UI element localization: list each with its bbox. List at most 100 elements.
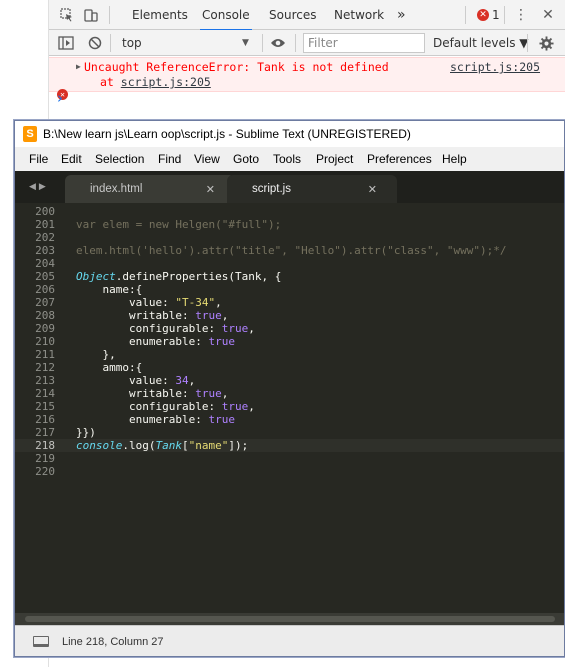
code-line[interactable]: 219	[15, 452, 564, 465]
line-number: 208	[35, 309, 55, 322]
code-text: var elem = new Helgen("#full");	[76, 218, 281, 231]
scrollbar-thumb[interactable]	[25, 616, 555, 622]
code-text: value: 34,	[76, 374, 195, 387]
close-icon[interactable]: ✕	[368, 183, 377, 196]
code-token: .defineProperties(Tank, {	[115, 270, 282, 283]
sidebar-toggle-icon[interactable]	[58, 30, 74, 56]
toolbar-divider	[262, 34, 263, 52]
inspect-element-icon[interactable]	[59, 0, 75, 30]
menu-help[interactable]: Help	[442, 147, 467, 171]
tab-elements[interactable]: Elements	[130, 0, 190, 30]
tab-sources[interactable]: Sources	[267, 0, 318, 30]
code-line[interactable]: 217}})	[15, 426, 564, 439]
code-line[interactable]: 207 value: "T-34",	[15, 296, 564, 309]
error-text: Uncaught ReferenceError: Tank is not def…	[84, 60, 389, 74]
code-line[interactable]: 204	[15, 257, 564, 270]
code-line[interactable]: 212 ammo:{	[15, 361, 564, 374]
stack-link[interactable]: script.js:205	[121, 75, 211, 89]
toolbar-divider	[527, 34, 528, 52]
gear-icon[interactable]	[539, 30, 554, 56]
tab-console[interactable]: Console	[200, 0, 252, 31]
device-toolbar-icon[interactable]	[83, 0, 99, 30]
more-tabs-button[interactable]: »	[397, 0, 406, 30]
tab-label: index.html	[90, 183, 143, 195]
code-line[interactable]: 205 Object.defineProperties(Tank, {	[15, 270, 564, 283]
error-counter[interactable]: ✕ 1	[477, 0, 500, 30]
toolbar-divider	[465, 6, 466, 24]
code-line[interactable]: 218 console.log(Tank["name"]);	[15, 439, 564, 452]
log-levels-dropdown[interactable]: Default levels ▼	[433, 30, 529, 56]
menu-preferences[interactable]: Preferences	[367, 147, 432, 171]
code-token: true	[195, 387, 222, 400]
code-line[interactable]: 208 writable: true,	[15, 309, 564, 322]
code-line[interactable]: 211 },	[15, 348, 564, 361]
code-text: elem.html('hello').attr("title", "Hello"…	[76, 244, 506, 257]
code-token: console	[76, 439, 123, 452]
menu-file[interactable]: File	[29, 147, 48, 171]
menu-project[interactable]: Project	[316, 147, 353, 171]
context-selector[interactable]: top	[122, 30, 252, 56]
menu-bar: File Edit Selection Find View Goto Tools…	[15, 147, 564, 171]
code-token: configurable:	[76, 322, 222, 335]
context-value: top	[122, 36, 142, 50]
code-text: name:{	[76, 283, 142, 296]
tab-script-js[interactable]: script.js ✕	[227, 175, 397, 203]
code-line[interactable]: 201 var elem = new Helgen("#full");	[15, 218, 564, 231]
eye-icon[interactable]	[270, 30, 286, 56]
code-line[interactable]: 202	[15, 231, 564, 244]
console-toggle-icon[interactable]	[33, 626, 49, 657]
code-token: name:{	[76, 283, 143, 296]
code-line[interactable]: 213 value: 34,	[15, 374, 564, 387]
menu-goto[interactable]: Goto	[233, 147, 259, 171]
filter-input[interactable]: Filter	[303, 33, 425, 53]
toolbar-divider	[109, 6, 110, 24]
line-number: 204	[35, 257, 55, 270]
code-token: ,	[248, 400, 255, 413]
code-line[interactable]: 200	[15, 205, 564, 218]
error-source-link[interactable]: script.js:205	[450, 60, 540, 74]
code-token: ,	[221, 309, 229, 322]
menu-view[interactable]: View	[194, 147, 220, 171]
code-line[interactable]: 215 configurable: true,	[15, 400, 564, 413]
code-line[interactable]: 214 writable: true,	[15, 387, 564, 400]
line-number: 218	[35, 439, 55, 452]
code-line[interactable]: 216 enumerable: true	[15, 413, 564, 426]
close-icon[interactable]: ✕	[206, 183, 215, 196]
code-token: true	[195, 309, 222, 322]
console-prompt[interactable]: ›	[49, 89, 565, 108]
clear-console-icon[interactable]	[88, 30, 102, 56]
tab-network[interactable]: Network	[332, 0, 386, 30]
window-title-bar[interactable]: S B:\New learn js\Learn oop\script.js - …	[15, 121, 564, 147]
close-devtools-button[interactable]: ✕	[541, 0, 555, 30]
kebab-menu-icon[interactable]: ⋮	[514, 0, 528, 30]
expand-triangle-icon[interactable]: ▶	[76, 62, 81, 71]
sublime-window: S B:\New learn js\Learn oop\script.js - …	[14, 120, 565, 657]
code-editor[interactable]: 200 201 var elem = new Helgen("#full"); 202…	[15, 203, 564, 613]
line-number: 206	[35, 283, 55, 296]
menu-selection[interactable]: Selection	[95, 147, 144, 171]
code-line[interactable]: 210 enumerable: true	[15, 335, 564, 348]
code-text: enumerable: true	[76, 335, 235, 348]
code-text: console.log(Tank["name"]);	[76, 439, 248, 452]
toolbar-divider	[504, 6, 505, 24]
code-line[interactable]: 206 name:{	[15, 283, 564, 296]
code-text: writable: true,	[76, 387, 228, 400]
code-line[interactable]: 209 configurable: true,	[15, 322, 564, 335]
tab-scroll-arrows[interactable]: ◀▶	[29, 171, 49, 203]
code-text: Object.defineProperties(Tank, {	[76, 270, 281, 283]
menu-edit[interactable]: Edit	[61, 147, 82, 171]
cursor-position: Line 218, Column 27	[62, 635, 164, 648]
line-number: 220	[35, 465, 55, 478]
line-number: 219	[35, 452, 55, 465]
code-token: "name"	[188, 439, 229, 452]
tab-index-html[interactable]: index.html ✕	[65, 175, 235, 203]
code-line[interactable]: 220	[15, 465, 564, 478]
horizontal-scrollbar[interactable]	[15, 613, 564, 625]
line-number: 202	[35, 231, 55, 244]
code-token: 34	[175, 374, 189, 387]
code-line[interactable]: 203 elem.html('hello').attr("title", "Hel…	[15, 244, 564, 257]
menu-find[interactable]: Find	[158, 147, 181, 171]
menu-tools[interactable]: Tools	[273, 147, 301, 171]
code-token: writable:	[76, 309, 196, 322]
console-error-message: ✕ ▶ Uncaught ReferenceError: Tank is not…	[49, 57, 565, 100]
